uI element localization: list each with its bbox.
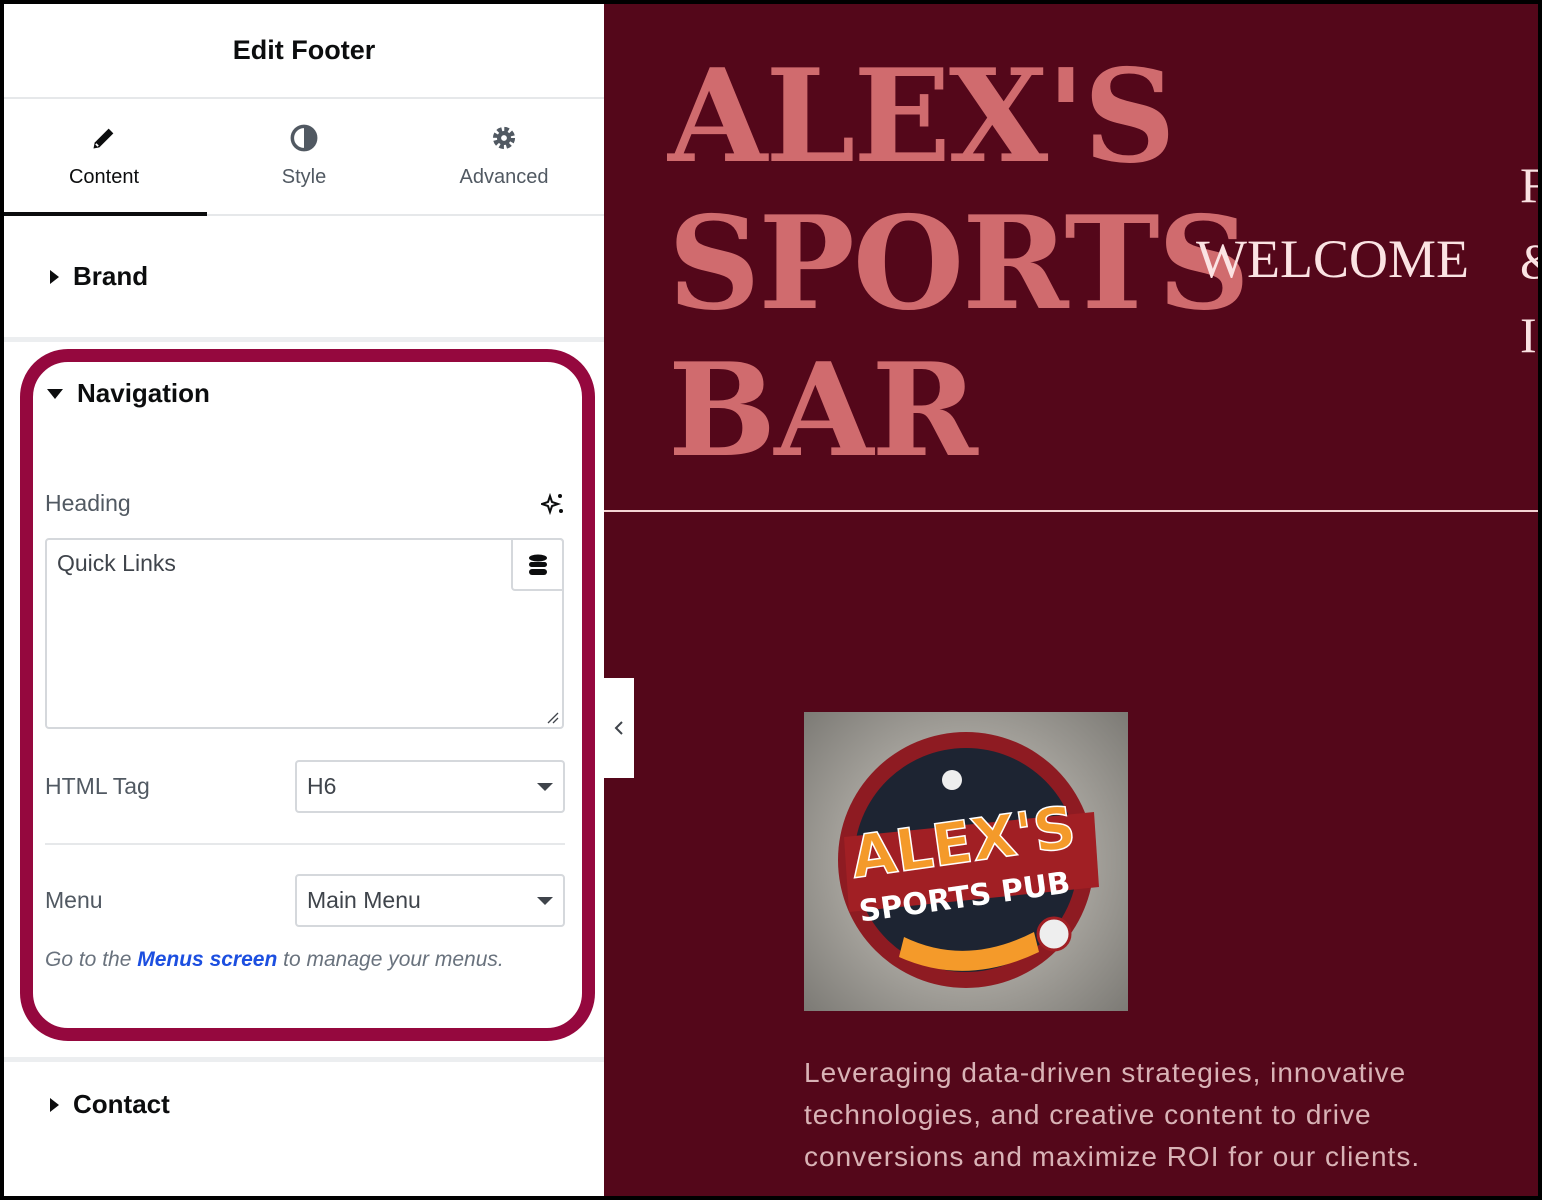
clipped-text: I	[1520, 307, 1537, 363]
pencil-icon	[93, 128, 114, 149]
hint-text: Go to the	[45, 948, 138, 971]
tab-label: Style	[281, 166, 327, 188]
html-tag-select[interactable]: H6	[295, 760, 565, 813]
caret-down-icon	[47, 388, 63, 399]
html-tag-value: H6	[307, 773, 337, 799]
gear-icon	[492, 126, 516, 150]
menu-select[interactable]: Main Menu	[295, 874, 565, 927]
resize-handle-icon[interactable]	[547, 712, 559, 724]
chevron-left-icon	[614, 721, 623, 735]
menus-screen-link[interactable]: Menus screen	[137, 948, 277, 971]
title-line: SPORTS	[668, 189, 1250, 339]
heading-textarea[interactable]: Quick Links	[45, 538, 564, 729]
menu-label: Menu	[45, 887, 103, 913]
footer-paragraph: Leveraging data-driven strategies, innov…	[804, 1057, 1421, 1172]
html-tag-label: HTML Tag	[45, 773, 150, 799]
caret-right-icon	[50, 269, 59, 284]
welcome-heading: WELCOME	[1196, 229, 1469, 289]
half-circle-icon	[290, 124, 318, 152]
section-contact[interactable]: Contact	[4, 1062, 604, 1147]
menu-hint: Go to the Menus screen to manage your me…	[45, 948, 504, 972]
title-line: BAR	[668, 336, 978, 486]
tab-advanced[interactable]: Advanced	[404, 99, 604, 214]
section-title: Contact	[73, 1089, 170, 1119]
divider	[604, 510, 1538, 512]
tab-label: Advanced	[459, 166, 549, 188]
site-title: ALEX'S SPORTS BAR	[668, 42, 1250, 486]
logo-image: ALEX'S SPORTS PUB	[804, 712, 1128, 1011]
section-title: Brand	[73, 261, 149, 291]
collapse-panel-button[interactable]	[604, 678, 634, 778]
section-navigation[interactable]: Navigation	[33, 378, 210, 409]
menu-value: Main Menu	[307, 887, 421, 913]
heading-value: Quick Links	[57, 550, 176, 576]
caret-right-icon	[50, 1097, 59, 1112]
tab-bar: Content Style Advanced	[4, 99, 604, 216]
tab-label: Content	[68, 166, 140, 188]
title-line: ALEX'S	[668, 42, 1176, 192]
database-icon	[528, 554, 547, 575]
section-title: Navigation	[77, 378, 210, 408]
editor-panel: Edit Footer Content Style Advanced Brand…	[4, 4, 604, 1196]
dynamic-tags-button[interactable]	[511, 538, 564, 591]
hint-text: to manage your menus.	[277, 948, 504, 971]
clipped-text: F	[1520, 157, 1538, 213]
chevron-down-icon	[537, 782, 553, 791]
heading-label: Heading	[45, 490, 131, 516]
site-preview: ALEX'S SPORTS BAR WELCOME F & I ALEX'S S…	[604, 4, 1538, 1196]
divider	[45, 843, 565, 845]
panel-title: Edit Footer	[4, 4, 604, 99]
tab-style[interactable]: Style	[204, 99, 404, 214]
clipped-text: &	[1520, 232, 1538, 290]
navigation-section-highlight: Navigation Heading Quick Links HTML Tag …	[20, 349, 595, 1041]
section-contact-wrap: Contact	[4, 1057, 604, 1177]
ai-sparkle-icon[interactable]	[541, 492, 565, 516]
chevron-down-icon	[537, 896, 553, 905]
section-brand[interactable]: Brand	[4, 216, 604, 342]
tab-content[interactable]: Content	[4, 99, 207, 216]
